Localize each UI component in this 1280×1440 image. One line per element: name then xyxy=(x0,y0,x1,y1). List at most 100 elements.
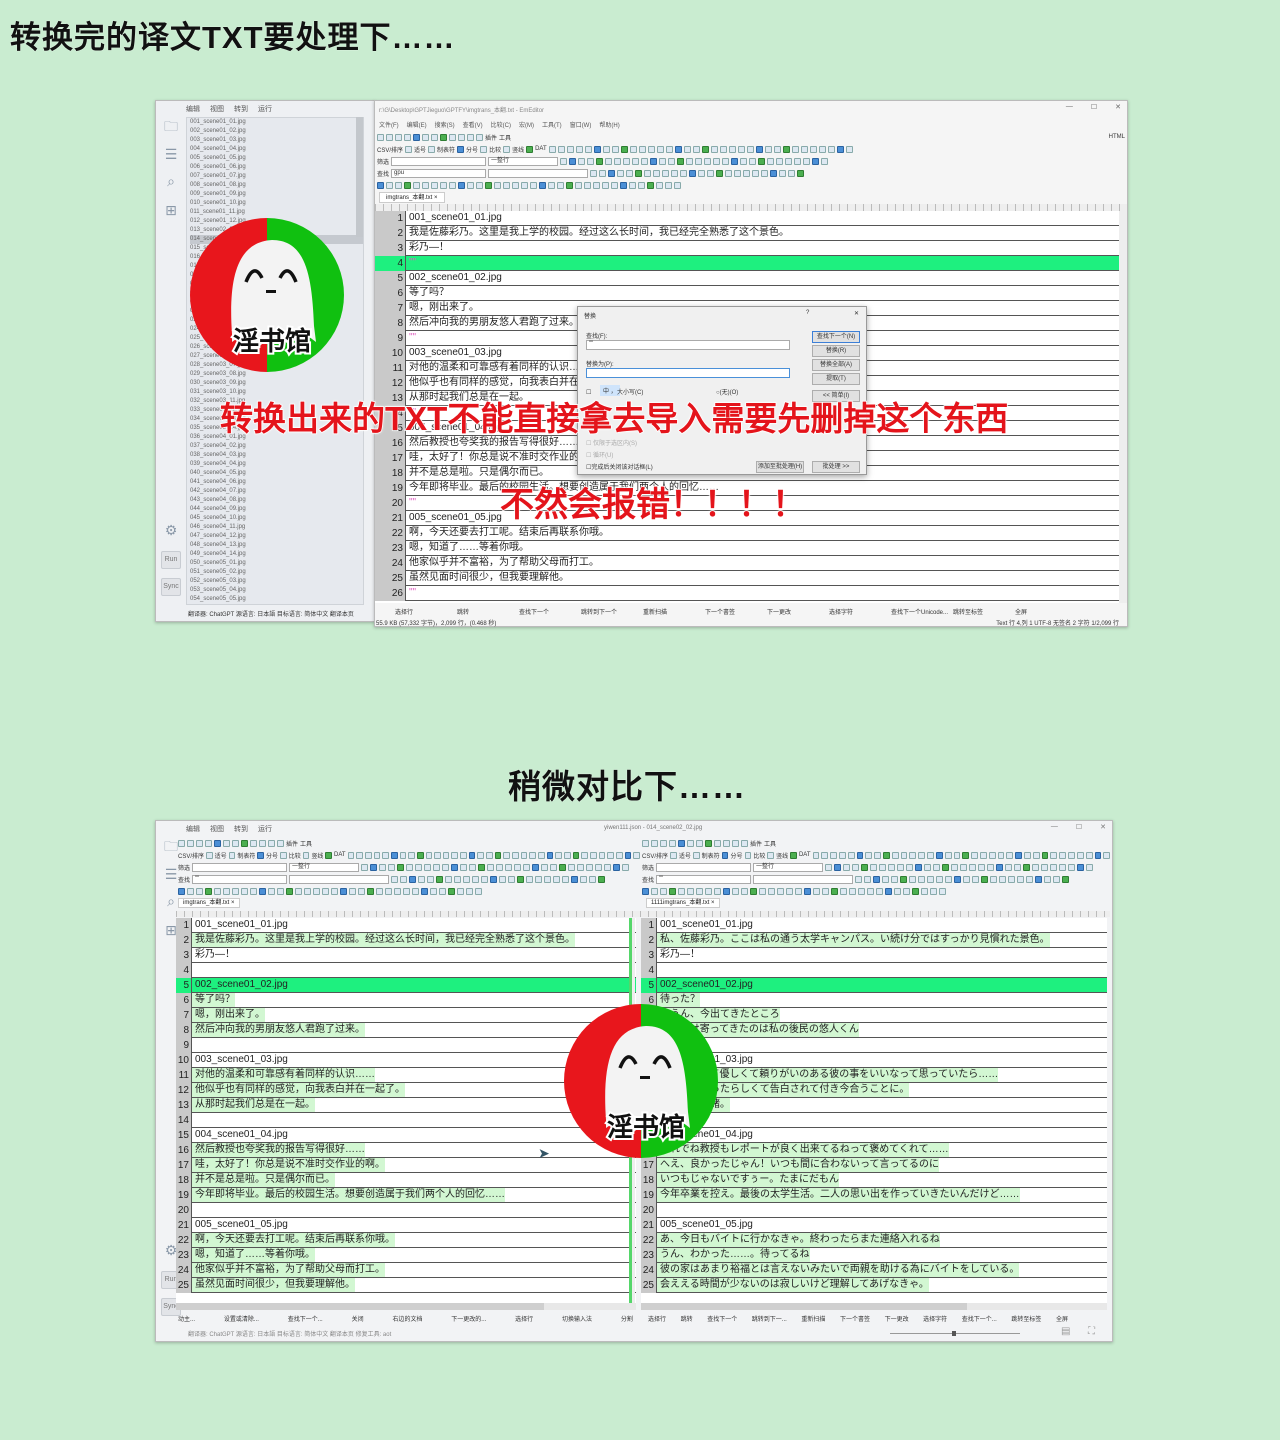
file-list-item[interactable]: 048_scene04_13.jpg xyxy=(190,541,363,550)
toolbar-button-icon[interactable] xyxy=(1015,851,1023,859)
toolbar-button-icon[interactable] xyxy=(861,863,869,871)
toolbar-button-icon[interactable] xyxy=(403,887,410,895)
toolbar-button-icon[interactable] xyxy=(228,851,236,859)
toolbar-button-icon[interactable] xyxy=(526,875,534,883)
toolbar-button-icon[interactable] xyxy=(241,839,248,847)
close-button[interactable]: ✕ xyxy=(1115,103,1121,111)
toolbar-button-icon[interactable] xyxy=(686,157,694,165)
toolbar-button-icon[interactable] xyxy=(259,839,266,847)
file-list-item[interactable]: 026_scene03_05.jpg xyxy=(190,343,363,352)
toolbar-button-icon[interactable] xyxy=(635,169,643,177)
toolbar-button-icon[interactable] xyxy=(268,887,275,895)
toolbar-button-icon[interactable] xyxy=(782,145,790,153)
toolbar-button-icon[interactable] xyxy=(953,851,961,859)
toolbar-button-icon[interactable] xyxy=(599,169,607,177)
toolbar-button-icon[interactable] xyxy=(662,169,670,177)
toolbar-button-icon[interactable] xyxy=(909,851,917,859)
toolbar-button-icon[interactable] xyxy=(523,863,531,871)
editor-line[interactable]: 1 001_scene01_01.jpg xyxy=(375,211,1121,226)
toolbar-button-icon[interactable] xyxy=(903,887,910,895)
toolbar-button-icon[interactable] xyxy=(617,169,625,177)
toolbar-button-icon[interactable] xyxy=(595,863,603,871)
toolbar-button-icon[interactable] xyxy=(944,851,952,859)
layout-icon[interactable]: ⊞ xyxy=(162,203,180,217)
csv-mode-button[interactable]: 竖线 xyxy=(512,145,524,154)
toolbar-button-icon[interactable] xyxy=(945,875,953,883)
editor-line[interactable]: 6 待った？ xyxy=(641,992,1107,1008)
toolbar-button-icon[interactable] xyxy=(665,181,672,189)
file-list-item[interactable]: 025_scene03_04.jpg xyxy=(190,334,363,343)
toolbar-button-icon[interactable] xyxy=(951,863,959,871)
editor-line[interactable]: 14 xyxy=(641,1112,1107,1128)
toolbar-button-icon[interactable] xyxy=(864,875,872,883)
toolbar-button-icon[interactable] xyxy=(767,851,775,859)
filter-mode-select[interactable]: 一整行 xyxy=(289,862,360,872)
toolbar-button-icon[interactable] xyxy=(737,145,745,153)
toolbar-button-icon[interactable] xyxy=(611,145,619,153)
file-list-item[interactable]: 019_scene02_07.jpg xyxy=(190,280,363,289)
toolbar-button-icon[interactable] xyxy=(520,851,528,859)
toolbar-button-icon[interactable] xyxy=(566,181,573,189)
toolbar-button-icon[interactable] xyxy=(921,887,928,895)
toolbar-button-icon[interactable] xyxy=(656,181,663,189)
file-list-item[interactable]: 017_scene02_05.jpg xyxy=(190,262,363,271)
menu-run[interactable]: 运行 xyxy=(258,104,272,114)
toolbar-button-icon[interactable] xyxy=(759,887,766,895)
toolbar-button-icon[interactable] xyxy=(770,169,778,177)
toolbar-button-icon[interactable] xyxy=(503,145,511,153)
filter-input[interactable] xyxy=(656,862,752,872)
toolbar-button-icon[interactable] xyxy=(557,181,564,189)
toolbar-button-icon[interactable] xyxy=(1044,875,1052,883)
file-list-item[interactable]: 028_scene03_07.jpg xyxy=(190,361,363,370)
toolbar-button-icon[interactable] xyxy=(623,157,631,165)
toolbar-button-icon[interactable] xyxy=(530,181,537,189)
toolbar-button-icon[interactable] xyxy=(1059,863,1067,871)
dialog-close-button[interactable]: ✕ xyxy=(854,310,859,317)
function-key-button[interactable]: 选择行 xyxy=(395,607,457,616)
editor-line[interactable]: 24 彼の家はあまり裕福とは言えないみたいで両親を助ける為にバイトをしている。 xyxy=(641,1262,1107,1278)
toolbar-button-icon[interactable] xyxy=(734,169,742,177)
toolbar-button-icon[interactable] xyxy=(608,169,616,177)
function-key-button[interactable]: 查找下一个... xyxy=(962,1314,997,1323)
menu-item[interactable]: 比较(C) xyxy=(491,120,511,129)
toolbar-button-icon[interactable] xyxy=(391,875,399,883)
toolbar-button-icon[interactable] xyxy=(629,145,637,153)
toolbar-button-icon[interactable] xyxy=(286,887,293,895)
toolbar-button-icon[interactable] xyxy=(405,145,413,153)
toolbar-button-icon[interactable] xyxy=(178,887,185,895)
csv-mode-button[interactable]: 分号 xyxy=(266,851,278,860)
toolbar-button-icon[interactable] xyxy=(539,181,546,189)
toolbar-button-icon[interactable] xyxy=(361,863,369,871)
toolbar-button-icon[interactable] xyxy=(1050,851,1058,859)
toolbar-button-icon[interactable] xyxy=(906,863,914,871)
csv-mode-button[interactable]: DAT xyxy=(799,852,811,858)
toolbar-button-icon[interactable] xyxy=(999,875,1007,883)
editor-line[interactable]: 13 从那时起我们总是在一起。 xyxy=(176,1097,636,1113)
function-key-button[interactable]: 重新扫描 xyxy=(643,607,705,616)
plugin-label[interactable]: 插件 xyxy=(485,133,497,142)
toolbar-button-icon[interactable] xyxy=(379,863,387,871)
extract-button[interactable]: 提取(T) xyxy=(812,373,860,385)
toolbar-button-icon[interactable] xyxy=(767,157,775,165)
toolbar-button-icon[interactable] xyxy=(415,863,423,871)
toolbar-button-icon[interactable] xyxy=(553,875,561,883)
file-list-item[interactable]: 010_scene01_10.jpg xyxy=(190,199,363,208)
file-list-item[interactable]: 040_scene04_05.jpg xyxy=(190,469,363,478)
toolbar-button-icon[interactable] xyxy=(758,157,766,165)
toolbar-button-icon[interactable] xyxy=(834,863,842,871)
toolbar-button-icon[interactable] xyxy=(505,863,513,871)
toolbar-button-icon[interactable] xyxy=(395,181,402,189)
tools-label[interactable]: 工具 xyxy=(764,839,776,848)
toolbar-button-icon[interactable] xyxy=(785,157,793,165)
toolbar-button-icon[interactable] xyxy=(250,839,257,847)
toolbar-button-icon[interactable] xyxy=(206,851,213,859)
toolbar-button-icon[interactable] xyxy=(377,133,384,141)
toolbar-button-icon[interactable] xyxy=(469,863,477,871)
toolbar-button-icon[interactable] xyxy=(858,887,865,895)
search-icon[interactable]: ⌕ xyxy=(162,174,180,188)
toolbar-button-icon[interactable] xyxy=(478,863,486,871)
toolbar-button-icon[interactable] xyxy=(538,851,545,859)
toolbar-button-icon[interactable] xyxy=(749,157,757,165)
toolbar-button-icon[interactable] xyxy=(818,145,826,153)
replace-button[interactable]: 替换(R) xyxy=(812,345,860,357)
